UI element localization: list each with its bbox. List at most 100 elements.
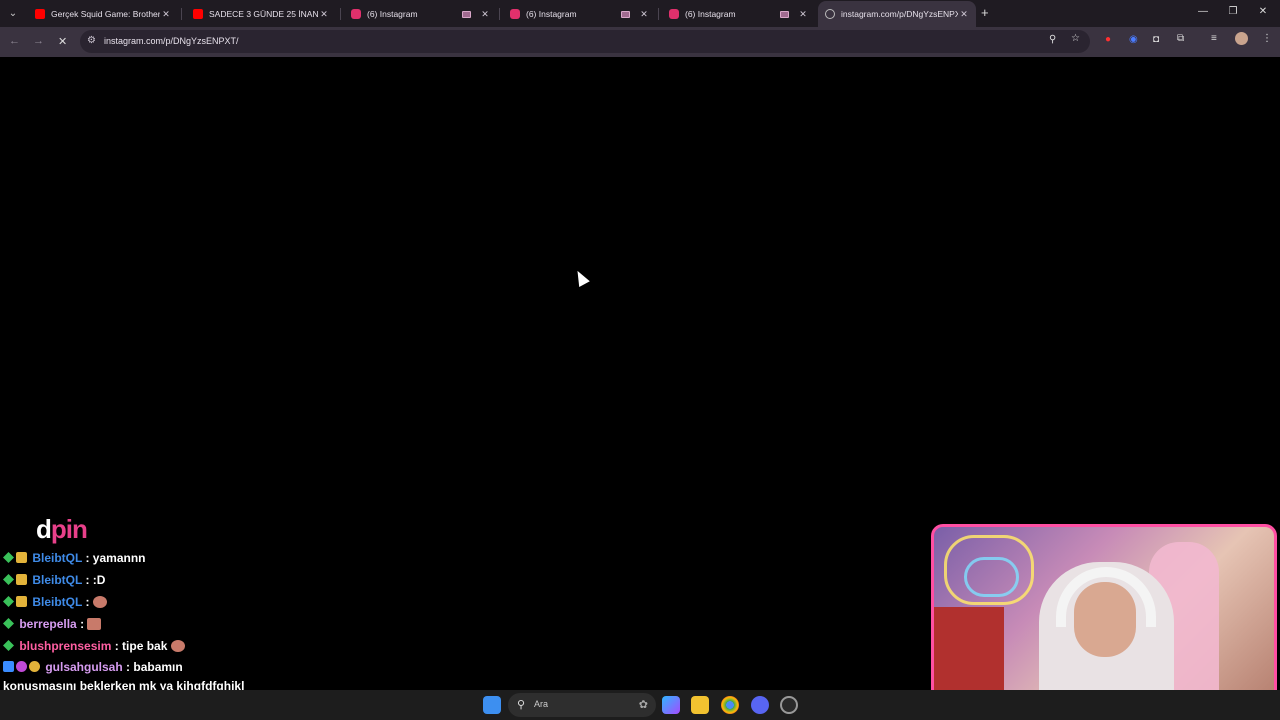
close-icon[interactable]: ✕ xyxy=(958,9,970,20)
tab-title: (6) Instagram xyxy=(685,9,736,19)
chat-text: : babamın xyxy=(126,660,183,674)
chat-username: BleibtQL xyxy=(32,573,83,587)
badge-icon xyxy=(3,640,14,651)
tab[interactable]: (6) Instagram ✕ xyxy=(503,1,656,27)
chat-username: BleibtQL xyxy=(32,595,83,609)
logo-mark: d xyxy=(36,514,52,544)
tab[interactable]: (6) Instagram ✕ xyxy=(662,1,815,27)
chat-message: BleibtQL : :D xyxy=(3,569,283,591)
neon-sign xyxy=(964,557,1019,597)
discord-icon[interactable] xyxy=(751,696,769,714)
chat-message: berrepella : xyxy=(3,613,283,635)
extension-icon[interactable]: ◘ xyxy=(1153,34,1159,45)
youtube-icon xyxy=(35,9,45,19)
zoom-icon[interactable]: ⚲ xyxy=(1049,34,1056,45)
chat-username: BleibtQL xyxy=(32,551,83,565)
taskbar-search[interactable]: ⚲ Ara ✿ xyxy=(508,693,656,717)
close-icon[interactable]: ✕ xyxy=(318,9,330,20)
copilot-icon[interactable] xyxy=(662,696,680,714)
app-icon[interactable] xyxy=(780,696,798,714)
minimize-button[interactable]: — xyxy=(1196,6,1210,17)
picture-in-picture-icon[interactable] xyxy=(621,10,630,18)
logo-text: pin xyxy=(50,514,88,544)
profile-avatar[interactable] xyxy=(1235,32,1248,45)
chat-text: : tipe bak xyxy=(114,639,168,653)
tab-active[interactable]: instagram.com/p/DNgYzsENPX ✕ xyxy=(818,1,976,27)
menu-icon[interactable]: ⋮ xyxy=(1262,33,1272,44)
tab-search-button[interactable]: ⌄ xyxy=(4,4,22,22)
chat-message: gulsahgulsah : babamın xyxy=(3,657,283,677)
globe-icon xyxy=(825,9,835,19)
tab[interactable]: Gerçek Squid Game: Brothers H ✕ xyxy=(28,1,178,27)
chat-username: berrepella xyxy=(19,617,77,631)
close-icon[interactable]: ✕ xyxy=(479,9,491,20)
close-icon[interactable]: ✕ xyxy=(797,9,809,20)
badge-icon xyxy=(16,596,27,607)
instagram-icon xyxy=(510,9,520,19)
tab-separator xyxy=(340,8,341,20)
close-icon[interactable]: ✕ xyxy=(638,9,650,20)
chat-text: : xyxy=(85,595,90,609)
badge-icon xyxy=(3,552,14,563)
file-explorer-icon[interactable] xyxy=(691,696,709,714)
chat-message: BleibtQL : xyxy=(3,591,283,613)
chat-text: : :D xyxy=(85,573,106,587)
chat-username: gulsahgulsah xyxy=(45,660,123,674)
tab-title: SADECE 3 GÜNDE 25 İNANILMA xyxy=(209,9,318,19)
address-text[interactable]: instagram.com/p/DNgYzsENPXT/ xyxy=(104,36,239,46)
emote-icon xyxy=(92,596,107,608)
instagram-icon xyxy=(351,9,361,19)
badge-icon xyxy=(3,574,14,585)
site-info-icon[interactable]: ⚙ xyxy=(87,35,96,46)
tab[interactable]: (6) Instagram ✕ xyxy=(344,1,497,27)
tab-title: (6) Instagram xyxy=(526,9,577,19)
chat-message: BleibtQL : yamannn xyxy=(3,547,283,569)
picture-in-picture-icon[interactable] xyxy=(780,10,789,18)
chat-text: : xyxy=(80,617,85,631)
tab-strip: ⌄ Gerçek Squid Game: Brothers H ✕ SADECE… xyxy=(0,0,1280,27)
chrome-icon[interactable] xyxy=(721,696,739,714)
webcam-overlay xyxy=(931,524,1277,717)
start-icon[interactable] xyxy=(483,696,501,714)
tab-separator xyxy=(181,8,182,20)
tab-separator xyxy=(658,8,659,20)
chat-message: blushprensesim : tipe bak xyxy=(3,635,283,657)
extension-red-icon[interactable]: ● xyxy=(1105,34,1111,45)
search-highlight-icon: ✿ xyxy=(638,699,648,711)
chat-username: blushprensesim xyxy=(19,639,112,653)
tab-title: (6) Instagram xyxy=(367,9,418,19)
chat-text: : yamannn xyxy=(85,551,146,565)
tab-separator xyxy=(499,8,500,20)
emote-icon xyxy=(170,640,185,652)
emote-icon xyxy=(87,618,102,630)
badge-icon xyxy=(3,596,14,607)
new-tab-button[interactable]: + xyxy=(981,5,989,20)
extensions-puzzle-icon[interactable]: ⧉ xyxy=(1177,33,1184,44)
forward-button[interactable]: → xyxy=(33,35,44,47)
extension-blue-icon[interactable]: ◉ xyxy=(1129,34,1138,45)
windows-taskbar: ⚲ Ara ✿ xyxy=(0,690,1280,720)
search-placeholder: Ara xyxy=(534,699,549,709)
address-bar[interactable]: ⚙ instagram.com/p/DNgYzsENPXT/ xyxy=(80,30,1090,53)
tab[interactable]: SADECE 3 GÜNDE 25 İNANILMA ✕ xyxy=(186,1,336,27)
close-icon[interactable]: ✕ xyxy=(160,9,172,20)
restore-button[interactable]: ❐ xyxy=(1226,6,1240,17)
stop-loading-button[interactable]: ✕ xyxy=(58,35,67,48)
badge-icon xyxy=(16,661,27,672)
media-control-icon[interactable]: ≡ xyxy=(1211,33,1217,44)
badge-icon xyxy=(16,574,27,585)
instagram-icon xyxy=(669,9,679,19)
search-icon: ⚲ xyxy=(517,699,526,711)
close-window-button[interactable]: ✕ xyxy=(1256,6,1270,17)
bookmark-star-icon[interactable]: ☆ xyxy=(1071,33,1080,44)
picture-in-picture-icon[interactable] xyxy=(462,10,471,18)
tab-title: Gerçek Squid Game: Brothers H xyxy=(51,9,160,19)
back-button[interactable]: ← xyxy=(9,35,20,47)
stream-logo: dpin xyxy=(36,514,88,545)
badge-icon xyxy=(3,661,14,672)
badge-icon xyxy=(16,552,27,563)
badge-icon xyxy=(29,661,40,672)
tab-title: instagram.com/p/DNgYzsENPX xyxy=(841,9,958,19)
badge-icon xyxy=(3,618,14,629)
browser-toolbar: ← → ✕ ⚙ instagram.com/p/DNgYzsENPXT/ ⚲ ☆… xyxy=(0,27,1280,57)
